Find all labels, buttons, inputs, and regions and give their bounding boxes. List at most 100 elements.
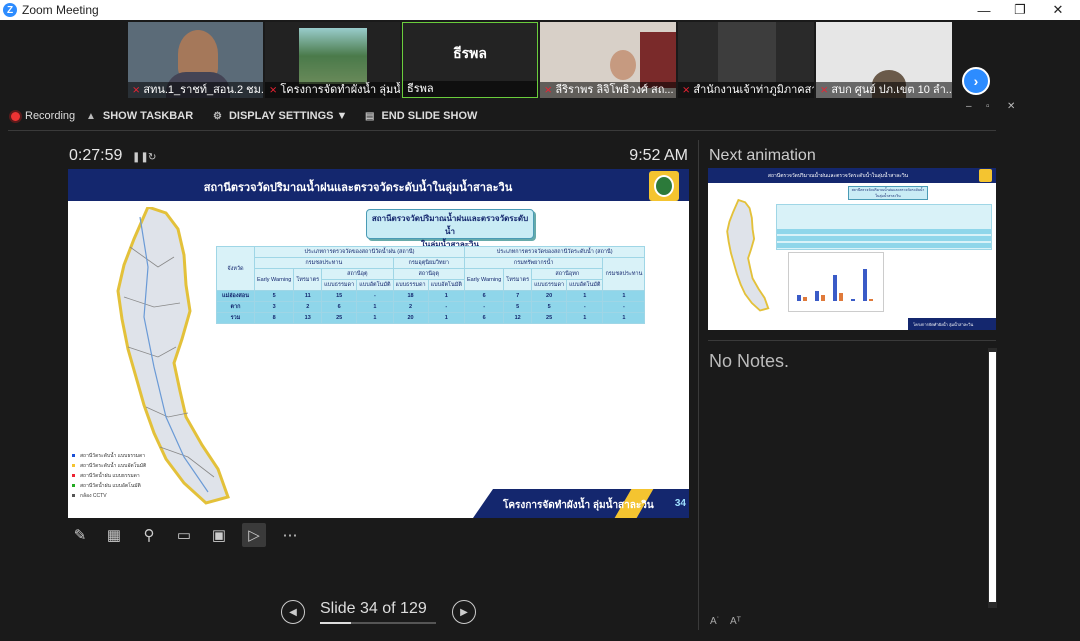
- station-table: จังหวัด ประเภทการตรวจวัดของสถานีวัดน้ำฝน…: [216, 246, 646, 324]
- preview-footer: โครงการจัดทำผังน้ำ ลุ่มน้ำสาละวิน: [908, 318, 996, 330]
- mic-muted-icon: ⨯: [132, 85, 141, 96]
- next-slide-button[interactable]: ▶: [452, 600, 476, 624]
- cell: 20: [531, 290, 568, 302]
- end-slide-show-button[interactable]: ▤ END SLIDE SHOW: [365, 110, 477, 122]
- department-seal-icon: [649, 171, 679, 201]
- mic-muted-icon: ⨯: [682, 85, 691, 96]
- preview-bar: [869, 299, 873, 301]
- end-slide-show-label: END SLIDE SHOW: [381, 110, 478, 122]
- close-icon[interactable]: ✕: [1038, 0, 1078, 20]
- cell: -: [356, 290, 394, 302]
- participant-tile[interactable]: ⨯ สำนักงานเจ้าท่าภูมิภาคสา...: [678, 22, 814, 98]
- notes-divider: [708, 340, 996, 341]
- restore-presenter-icon[interactable]: ▫: [986, 101, 990, 112]
- preview-bar: [863, 269, 867, 301]
- manual-header: แบบธรรมดา: [321, 279, 358, 291]
- cell: 3: [253, 301, 295, 313]
- table-row-total: รวม 8 13 25 1 20 1 6 12 25 1 1: [216, 312, 646, 324]
- participant-gallery: ⨯ สทน.1_ราชท์_สอน.2 ชม. ⨯ โครงการจัดทำผังน…: [0, 20, 1080, 100]
- manual-header: แบบธรรมดา: [531, 279, 568, 291]
- subtitles-icon[interactable]: ▣: [207, 523, 231, 547]
- cell: 6: [463, 290, 505, 302]
- next-slide-preview[interactable]: สถานีตรวจวัดปริมาณน้ำฝนและตรวจวัดระดับน้…: [708, 168, 996, 330]
- notes-scrollbar-thumb[interactable]: [989, 352, 996, 602]
- slide-header: สถานีตรวจวัดปริมาณน้ำฝนและตรวจวัดระดับน้…: [68, 169, 689, 201]
- cell: 8: [253, 312, 295, 324]
- preview-seal-icon: [979, 169, 992, 182]
- cell: 1: [356, 301, 394, 313]
- recording-label: Recording: [25, 110, 76, 122]
- cell: 2: [392, 301, 429, 313]
- row-name: รวม: [216, 312, 255, 324]
- participant-tile-active[interactable]: ธีรพล ธีรพล: [402, 22, 538, 98]
- participant-video: [610, 50, 636, 80]
- participant-video: [718, 22, 776, 82]
- cell: 11: [293, 290, 323, 302]
- sub-hii-header: กรมทรัพยากรน้ำ: [463, 257, 604, 269]
- reset-timer-icon[interactable]: ↻: [148, 152, 156, 163]
- slide-counter[interactable]: Slide 34 of 129: [320, 600, 427, 618]
- minimize-presenter-icon[interactable]: –: [966, 101, 972, 112]
- manual-header: แบบธรรมดา: [392, 279, 429, 291]
- preview-box-line-2: ในลุ่มน้ำสาละวิน: [875, 194, 901, 198]
- gallery-next-button[interactable]: ›: [962, 67, 990, 95]
- table-row: แม่ฮ่องสอน 5 11 15 - 18 1 6 7 20 1 1: [216, 290, 646, 302]
- display-settings-icon: ⚙: [213, 110, 222, 122]
- camera-icon[interactable]: ▷: [242, 523, 266, 547]
- show-taskbar-button[interactable]: ▲ SHOW TASKBAR: [86, 110, 193, 122]
- ew2-header: Early Warning: [463, 268, 505, 291]
- chevron-right-icon: ›: [973, 73, 979, 89]
- cell: 25: [531, 312, 568, 324]
- previous-slide-button[interactable]: ◀: [281, 600, 305, 624]
- cell: 18: [392, 290, 429, 302]
- pen-icon[interactable]: ✎: [68, 523, 92, 547]
- panel-divider: [698, 140, 699, 630]
- magnifier-icon[interactable]: ⚲: [137, 523, 161, 547]
- participant-tile[interactable]: ⨯ สบก ศูนย์ ปภ.เขต 10 ลำ...: [816, 22, 952, 98]
- group-level-header: ประเภทการตรวจวัดของสถานีวัดระดับน้ำ (สถา…: [463, 246, 646, 258]
- cell: -: [427, 301, 465, 313]
- cell: 1: [566, 290, 604, 302]
- mic-muted-icon: ⨯: [820, 85, 829, 96]
- cell: -: [566, 301, 604, 313]
- presenter-clock: 9:52 AM: [629, 147, 688, 164]
- cell: 12: [503, 312, 533, 324]
- participant-name: ธีรพล: [407, 83, 434, 95]
- row-name: แม่ฮ่องสอน: [216, 290, 255, 302]
- screen-off-icon[interactable]: ▭: [172, 523, 196, 547]
- participant-name-label: ⨯ สำนักงานเจ้าท่าภูมิภาคสา...: [678, 82, 814, 98]
- mic-muted-icon: ⨯: [544, 85, 553, 96]
- restore-icon[interactable]: ❐: [1000, 0, 1040, 20]
- current-slide[interactable]: สถานีตรวจวัดปริมาณน้ำฝนและตรวจวัดระดับน้…: [68, 169, 689, 518]
- preview-chart: [788, 252, 884, 312]
- participant-tile[interactable]: ⨯โครงการจัดทำผังน้ำ ลุ่มน้ำ...: [265, 22, 400, 98]
- notes-scrollbar[interactable]: [988, 348, 997, 608]
- cell: 7: [503, 290, 533, 302]
- cell: 20: [392, 312, 429, 324]
- increase-font-icon[interactable]: Aᵀ: [730, 616, 741, 627]
- minimize-icon[interactable]: —: [964, 0, 1004, 20]
- preview-bar: [833, 275, 837, 301]
- pause-icon[interactable]: ❚❚: [132, 152, 149, 163]
- participant-name-label: ⨯โครงการจัดทำผังน้ำ ลุ่มน้ำ...: [265, 82, 400, 98]
- cell: 1: [602, 312, 646, 324]
- cell: 2: [293, 301, 323, 313]
- slide-page-number: 34: [674, 498, 686, 509]
- display-settings-button[interactable]: ⚙ DISPLAY SETTINGS ▼: [213, 110, 347, 122]
- show-taskbar-label: SHOW TASKBAR: [102, 110, 194, 122]
- legend-label: สถานีวัดระดับน้ำ แบบอัตโนมัติ: [80, 463, 147, 469]
- more-icon[interactable]: ⋯: [278, 523, 302, 547]
- toolbar-divider: [8, 130, 996, 131]
- slide-progress-fill: [320, 622, 351, 624]
- close-presenter-icon[interactable]: ✕: [1007, 101, 1015, 112]
- preview-box-title: สถานีตรวจวัดปริมาณน้ำฝนและตรวจวัดระดับน้…: [848, 186, 928, 200]
- display-settings-label: DISPLAY SETTINGS ▼: [228, 110, 348, 122]
- end-show-icon: ▤: [365, 110, 375, 122]
- participant-tile[interactable]: ⨯ สทน.1_ราชท์_สอน.2 ชม.: [128, 22, 263, 98]
- participant-tile[interactable]: ⨯ ลีริราพร ลิจิโพธิวงศ์ สถ...: [540, 22, 676, 98]
- legend-item: สถานีวัดระดับน้ำ แบบธรรมดา: [72, 451, 146, 461]
- next-icon: ▶: [460, 606, 468, 618]
- decrease-font-icon[interactable]: A˙: [710, 616, 720, 627]
- slide-grid-icon[interactable]: ▦: [102, 523, 126, 547]
- legend-label: กล้อง CCTV: [80, 493, 107, 499]
